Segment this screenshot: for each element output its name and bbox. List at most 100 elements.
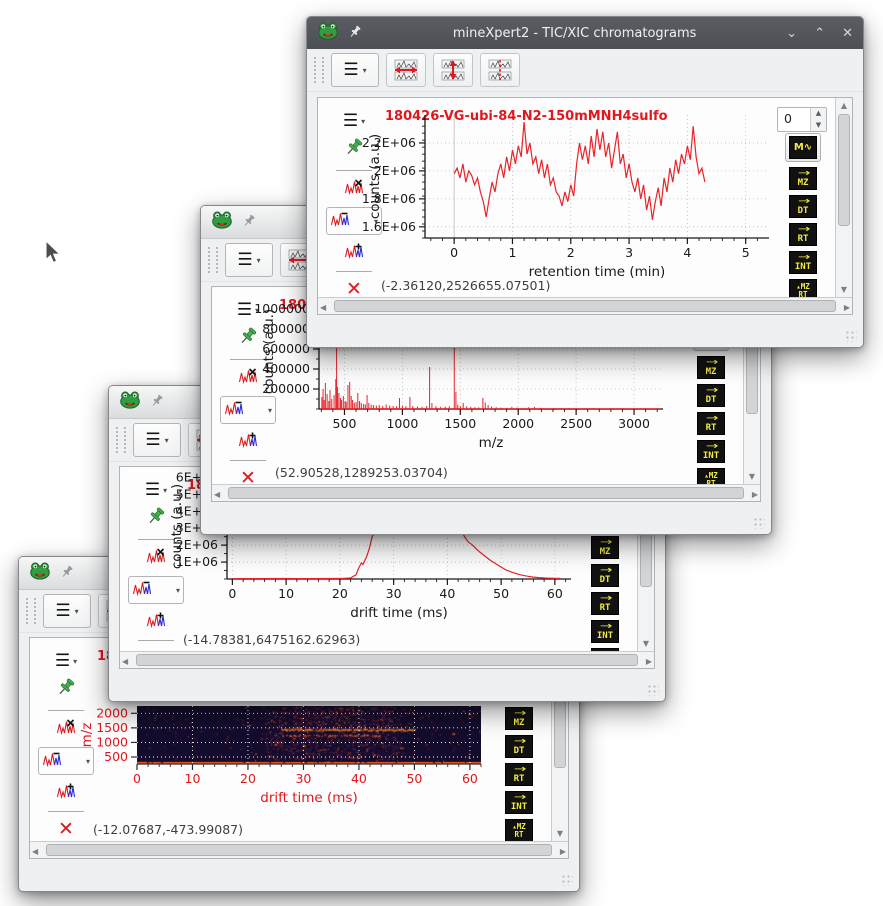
spinbox-value[interactable]: 0 [778, 108, 810, 131]
scroll-up-arrow[interactable]: ▲ [836, 99, 852, 113]
icon-label: RT [706, 424, 717, 433]
spinbox-arrows[interactable]: ▲▼ [810, 108, 826, 131]
integrate-dt-button[interactable]: →DT [591, 564, 619, 587]
titlebar[interactable]: mineXpert2 - TIC/XIC chromatograms ⌄ ⌃ ✕ [307, 17, 863, 49]
integrate-mz-button[interactable]: →MZ [505, 707, 533, 730]
tic-chromatogram-chart[interactable]: 0123451.6E+061.8E+062E+062.2E+06retentio… [359, 109, 783, 290]
resize-grip[interactable] [561, 874, 573, 886]
icon-label-bottom: RT [514, 831, 523, 839]
color-map-chart[interactable]: 0102030405060500100015002000drift time (… [71, 700, 495, 816]
map-mz-rt-button[interactable]: ▴MZRT [789, 279, 817, 297]
svg-text:50: 50 [493, 586, 509, 601]
icon-label: DT [798, 207, 809, 216]
trace-glyph: M∿ [794, 143, 812, 153]
vertical-marker-button[interactable] [480, 53, 520, 87]
scroll-down-arrow[interactable]: ▼ [836, 283, 852, 297]
window-pin-icon[interactable] [348, 24, 363, 43]
menu-icon: ☰ [55, 603, 70, 620]
scroll-left-arrow[interactable]: ◀ [32, 845, 38, 859]
scroll-right-arrow[interactable]: ▶ [752, 488, 758, 502]
map-mz-rt-button[interactable]: ▴MZRT [697, 468, 725, 484]
map-mz-rt-button[interactable]: ▴MZRT [505, 819, 533, 841]
integrate-mz-button[interactable]: →MZ [697, 356, 725, 379]
trace-index-spinbox[interactable]: 0 ▲▼ [777, 107, 827, 132]
expand-x-button[interactable] [386, 53, 426, 87]
scroll-left-arrow[interactable]: ◀ [122, 655, 128, 669]
integrate-int-button[interactable]: →INT [591, 620, 619, 643]
close-button[interactable]: ✕ [842, 26, 853, 41]
scroll-down-arrow[interactable]: ▼ [552, 827, 568, 841]
scroll-thumb[interactable] [46, 844, 552, 856]
trace-menu-button[interactable]: ☰▾ [55, 653, 77, 670]
scroll-thumb[interactable] [838, 114, 850, 226]
toolbar-drag-handle[interactable] [26, 598, 36, 624]
separator [138, 640, 174, 641]
main-menu-button[interactable]: ☰▾ [133, 423, 181, 457]
integrate-dt-button[interactable]: →DT [697, 384, 725, 407]
window-pin-icon[interactable] [242, 213, 257, 232]
integrate-rt-button[interactable]: →RT [697, 412, 725, 435]
integrate-mz-button[interactable]: →MZ [591, 536, 619, 559]
maximize-button[interactable]: ⌃ [814, 26, 825, 41]
arrow-icon: → [706, 414, 719, 424]
close-trace-button[interactable]: ✕ [240, 469, 256, 484]
scroll-down-arrow[interactable]: ▼ [744, 470, 760, 484]
trace-display-button[interactable]: M∿ [789, 136, 817, 159]
integrate-dt-button[interactable]: →DT [505, 735, 533, 758]
scroll-thumb[interactable] [228, 487, 744, 499]
scroll-thumb[interactable] [136, 654, 638, 666]
svg-text:40: 40 [439, 586, 455, 601]
data-series-line [454, 122, 705, 220]
chart-plot[interactable]: 0123451.6E+061.8E+062E+062.2E+06retentio… [359, 109, 783, 290]
resize-grip[interactable] [845, 330, 857, 342]
heatmap-axes: 0102030405060500100015002000drift time (… [71, 700, 495, 816]
scroll-right-arrow[interactable]: ▶ [844, 301, 850, 315]
integrate-mz-button[interactable]: →MZ [789, 167, 817, 190]
scroll-thumb[interactable] [334, 300, 836, 312]
integrate-dt-button[interactable]: →DT [789, 195, 817, 218]
svg-text:500: 500 [104, 749, 128, 764]
integrate-rt-button[interactable]: →RT [789, 223, 817, 246]
pin-trace-button[interactable] [57, 678, 75, 702]
svg-text:1000: 1000 [386, 416, 418, 431]
trace-display-frame: M∿ [785, 133, 821, 162]
vertical-scrollbar[interactable]: ▲▼ [835, 98, 852, 298]
horizontal-scrollbar[interactable]: ◀▶ [30, 841, 568, 858]
trace-combo-icon [330, 211, 350, 231]
horizontal-scrollbar[interactable]: ◀▶ [212, 484, 760, 501]
resize-grip[interactable] [647, 684, 659, 696]
minimize-button[interactable]: ⌄ [786, 26, 797, 41]
horizontal-scrollbar[interactable]: ◀▶ [120, 651, 654, 668]
scroll-right-arrow[interactable]: ▶ [646, 655, 652, 669]
resize-grip[interactable] [753, 517, 765, 529]
scroll-down-arrow[interactable]: ▼ [638, 637, 654, 651]
toolbar-drag-handle[interactable] [116, 427, 126, 453]
integrate-int-button[interactable]: →INT [697, 440, 725, 463]
horizontal-scrollbar[interactable]: ◀▶ [318, 297, 852, 314]
toolbar-drag-handle[interactable] [208, 247, 218, 273]
scroll-left-arrow[interactable]: ◀ [320, 301, 326, 315]
svg-text:3000: 3000 [618, 416, 650, 431]
expand-y-button[interactable] [433, 53, 473, 87]
window-pin-icon[interactable] [60, 564, 75, 583]
main-menu-button[interactable]: ☰▾ [225, 243, 273, 277]
cursor-coordinates: (-12.07687,-473.99087) [93, 822, 243, 837]
arrow-icon: → [600, 566, 613, 576]
menu-icon: ☰ [55, 653, 70, 670]
scroll-left-arrow[interactable]: ◀ [214, 488, 220, 502]
main-menu-button[interactable]: ☰▾ [331, 53, 379, 87]
integrate-int-button[interactable]: →INT [789, 251, 817, 274]
icon-label: RT [600, 604, 611, 613]
svg-text:20: 20 [332, 586, 348, 601]
close-trace-button[interactable]: ✕ [58, 820, 74, 839]
main-menu-button[interactable]: ☰▾ [43, 594, 91, 628]
window-pin-icon[interactable] [150, 393, 165, 412]
toolbar-drag-handle[interactable] [314, 57, 324, 83]
svg-text:0: 0 [133, 771, 141, 786]
arrow-icon: → [514, 737, 527, 747]
integrate-rt-button[interactable]: →RT [505, 763, 533, 786]
integrate-int-button[interactable]: →INT [505, 791, 533, 814]
integrate-rt-button[interactable]: →RT [591, 592, 619, 615]
icon-label: INT [597, 632, 613, 641]
scroll-right-arrow[interactable]: ▶ [560, 845, 566, 859]
